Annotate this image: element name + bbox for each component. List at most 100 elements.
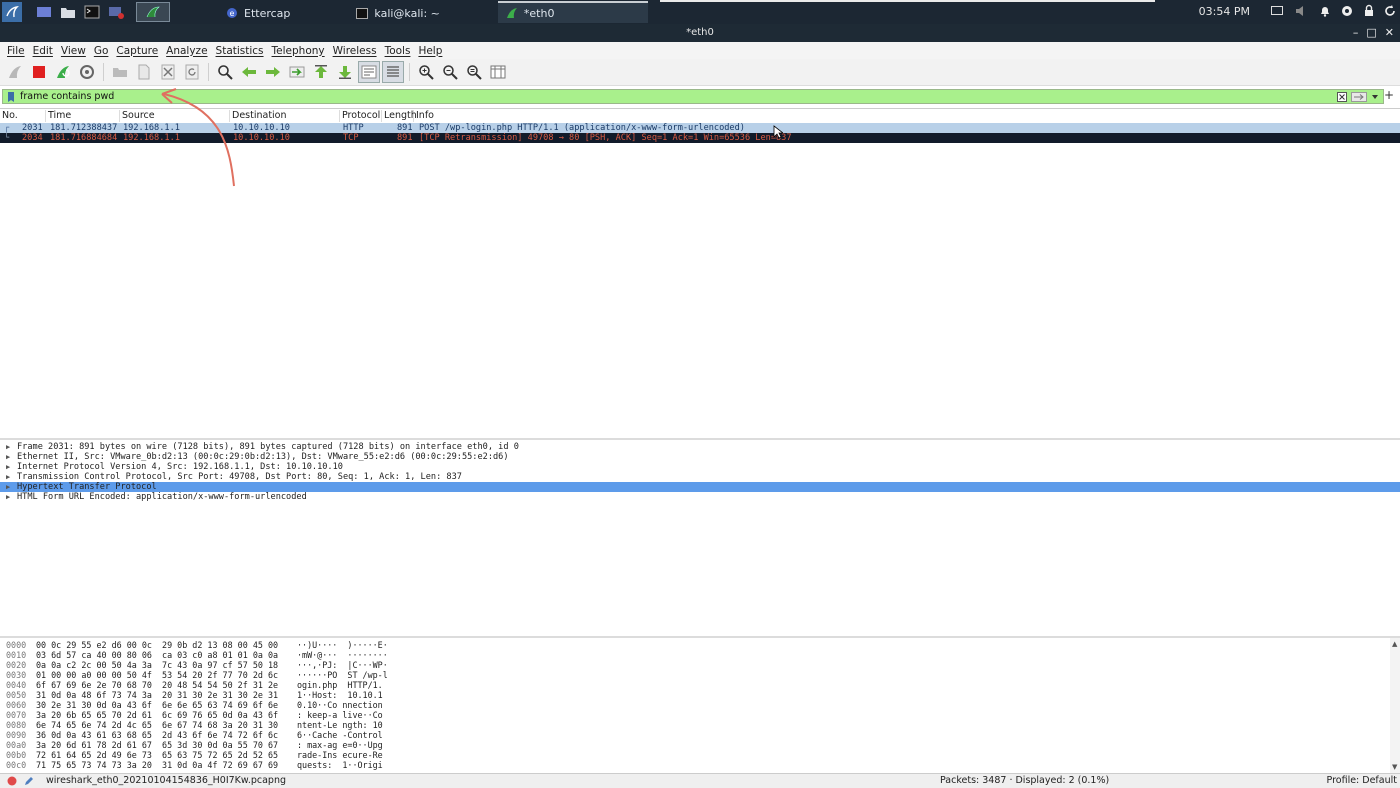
menu-statistics[interactable]: Statistics xyxy=(212,45,268,57)
wireshark-launcher-icon[interactable] xyxy=(136,2,170,22)
find-packet-button[interactable] xyxy=(214,61,236,83)
display-icon[interactable] xyxy=(1270,4,1284,18)
capture-options-button[interactable] xyxy=(76,61,98,83)
edit-comment-icon[interactable] xyxy=(23,775,35,787)
bytes-row[interactable]: 0090 36 0d 0a 43 61 63 68 65 2d 43 6f 6e … xyxy=(0,730,1390,740)
last-packet-button[interactable] xyxy=(334,61,356,83)
bytes-row[interactable]: 0010 03 6d 57 ca 40 00 80 06 ca 03 c0 a8 … xyxy=(0,650,1390,660)
expand-arrow-icon[interactable]: ▶ xyxy=(6,442,10,452)
bytes-row[interactable]: 0040 6f 67 69 6e 2e 70 68 70 20 48 54 54 … xyxy=(0,680,1390,690)
scroll-up-icon[interactable]: ▲ xyxy=(1392,640,1397,648)
detail-row-form-urlencoded[interactable]: ▶ HTML Form URL Encoded: application/x-ww… xyxy=(0,492,1400,502)
menu-file[interactable]: File xyxy=(3,45,29,57)
menu-capture[interactable]: Capture xyxy=(112,45,162,57)
task-ettercap[interactable]: e Ettercap xyxy=(218,1,298,23)
expand-arrow-icon[interactable]: ▶ xyxy=(6,452,10,462)
column-header-protocol[interactable]: Protocol xyxy=(340,110,382,122)
close-button[interactable]: ✕ xyxy=(1385,24,1394,41)
maximize-button[interactable]: □ xyxy=(1366,24,1376,41)
detail-row-ipv4[interactable]: ▶ Internet Protocol Version 4, Src: 192.1… xyxy=(0,462,1400,472)
terminal-icon[interactable] xyxy=(82,2,102,22)
close-file-button[interactable] xyxy=(157,61,179,83)
bytes-row[interactable]: 00c0 71 75 65 73 74 73 3a 20 31 0d 0a 4f … xyxy=(0,760,1390,770)
add-filter-button-icon[interactable]: + xyxy=(1384,88,1394,102)
clock: 03:54 PM xyxy=(1198,5,1250,18)
first-packet-button[interactable] xyxy=(310,61,332,83)
save-file-button[interactable] xyxy=(133,61,155,83)
task-terminal[interactable]: kali@kali: ~ xyxy=(348,1,447,23)
reload-file-button[interactable] xyxy=(181,61,203,83)
window-titlebar: *eth0 – □ ✕ xyxy=(0,24,1400,42)
menu-telephony[interactable]: Telephony xyxy=(268,45,329,57)
byte-hex: 30 2e 31 30 0d 0a 43 6f 6e 6e 65 63 74 6… xyxy=(36,700,279,710)
bytes-row[interactable]: 0000 00 0c 29 55 e2 d6 00 0c 29 0b d2 13 … xyxy=(0,640,1390,650)
expand-arrow-icon[interactable]: ▶ xyxy=(6,472,10,482)
column-header-info[interactable]: Info xyxy=(414,110,1394,122)
menu-view[interactable]: View xyxy=(57,45,90,57)
byte-ascii: rade-Ins ecure-Re xyxy=(297,750,383,760)
column-header-time[interactable]: Time xyxy=(46,110,120,122)
minimize-button[interactable]: – xyxy=(1353,24,1359,41)
autoscroll-button[interactable] xyxy=(358,61,380,83)
go-to-packet-button[interactable] xyxy=(286,61,308,83)
menu-help[interactable]: Help xyxy=(414,45,446,57)
resize-columns-button[interactable] xyxy=(487,61,509,83)
clear-filter-icon[interactable] xyxy=(1337,92,1347,102)
detail-row-http[interactable]: ▶ Hypertext Transfer Protocol xyxy=(0,482,1400,492)
menu-wireless[interactable]: Wireless xyxy=(329,45,381,57)
apply-filter-icon[interactable] xyxy=(1351,92,1367,102)
chevron-down-icon[interactable] xyxy=(1371,94,1379,100)
zoom-in-button[interactable] xyxy=(415,61,437,83)
taskbar: e Ettercap kali@kali: ~ *eth0 03:54 PM xyxy=(0,0,1400,24)
bytes-row[interactable]: 0080 6e 74 65 6e 74 2d 4c 65 6e 67 74 68 … xyxy=(0,720,1390,730)
column-header-no[interactable]: No. xyxy=(0,110,46,122)
power-refresh-icon[interactable] xyxy=(1383,4,1397,18)
annotation-arrow xyxy=(161,88,235,187)
menu-edit[interactable]: Edit xyxy=(29,45,57,57)
menu-tools[interactable]: Tools xyxy=(381,45,415,57)
packet-details-pane: ▶ Frame 2031: 891 bytes on wire (7128 bit… xyxy=(0,438,1400,634)
lock-screen-icon[interactable] xyxy=(1362,4,1376,18)
bytes-row[interactable]: 0050 31 0d 0a 48 6f 73 74 3a 20 31 30 2e … xyxy=(0,690,1390,700)
normal-size-button[interactable] xyxy=(463,61,485,83)
notification-bell-icon[interactable] xyxy=(1318,4,1332,18)
zoom-out-button[interactable] xyxy=(439,61,461,83)
detail-row-frame[interactable]: ▶ Frame 2031: 891 bytes on wire (7128 bit… xyxy=(0,442,1400,452)
task-wireshark[interactable]: *eth0 xyxy=(497,1,648,23)
menu-analyze[interactable]: Analyze xyxy=(162,45,211,57)
column-header-length[interactable]: Length xyxy=(382,110,417,122)
bytes-row[interactable]: 00b0 72 61 64 65 2d 49 6e 73 65 63 75 72 … xyxy=(0,750,1390,760)
profile-label[interactable]: Profile: Default xyxy=(1327,774,1397,788)
scroll-down-icon[interactable]: ▼ xyxy=(1392,763,1397,771)
expand-arrow-icon[interactable]: ▶ xyxy=(6,492,10,502)
restart-capture-button[interactable] xyxy=(52,61,74,83)
go-forward-button[interactable] xyxy=(262,61,284,83)
file-manager-icon[interactable] xyxy=(58,2,78,22)
display-filter-input[interactable]: frame contains pwd xyxy=(20,91,114,102)
kali-menu-icon[interactable] xyxy=(2,2,22,22)
bytes-row[interactable]: 0030 01 00 00 a0 00 00 50 4f 53 54 20 2f … xyxy=(0,670,1390,680)
detail-row-ethernet[interactable]: ▶ Ethernet II, Src: VMware_0b:d2:13 (00:0… xyxy=(0,452,1400,462)
bytes-row[interactable]: 0070 3a 20 6b 65 65 70 2d 61 6c 69 76 65 … xyxy=(0,710,1390,720)
byte-ascii: : max-ag e=0··Upg xyxy=(297,740,383,750)
expand-arrow-icon[interactable]: ▶ xyxy=(6,462,10,472)
svg-text:e: e xyxy=(230,9,235,18)
bytes-row[interactable]: 00a0 3a 20 6d 61 78 2d 61 67 65 3d 30 0d … xyxy=(0,740,1390,750)
capture-status-icon[interactable] xyxy=(7,776,17,786)
go-back-button[interactable] xyxy=(238,61,260,83)
bookmark-icon[interactable] xyxy=(6,91,16,103)
bytes-scrollbar[interactable]: ▲ ▼ xyxy=(1390,638,1400,773)
expand-arrow-icon[interactable]: ▶ xyxy=(6,482,10,492)
colorize-button[interactable] xyxy=(382,61,404,83)
volume-icon[interactable] xyxy=(1294,4,1308,18)
screen-record-icon[interactable] xyxy=(106,2,126,22)
bytes-row[interactable]: 0020 0a 0a c2 2c 00 50 4a 3a 7c 43 0a 97 … xyxy=(0,660,1390,670)
bytes-row[interactable]: 0060 30 2e 31 30 0d 0a 43 6f 6e 6e 65 63 … xyxy=(0,700,1390,710)
network-icon[interactable] xyxy=(1340,4,1354,18)
stop-capture-button[interactable] xyxy=(28,61,50,83)
detail-row-tcp[interactable]: ▶ Transmission Control Protocol, Src Port… xyxy=(0,472,1400,482)
start-capture-button[interactable] xyxy=(4,61,26,83)
menu-go[interactable]: Go xyxy=(90,45,113,57)
show-desktop-icon[interactable] xyxy=(34,2,54,22)
open-file-button[interactable] xyxy=(109,61,131,83)
